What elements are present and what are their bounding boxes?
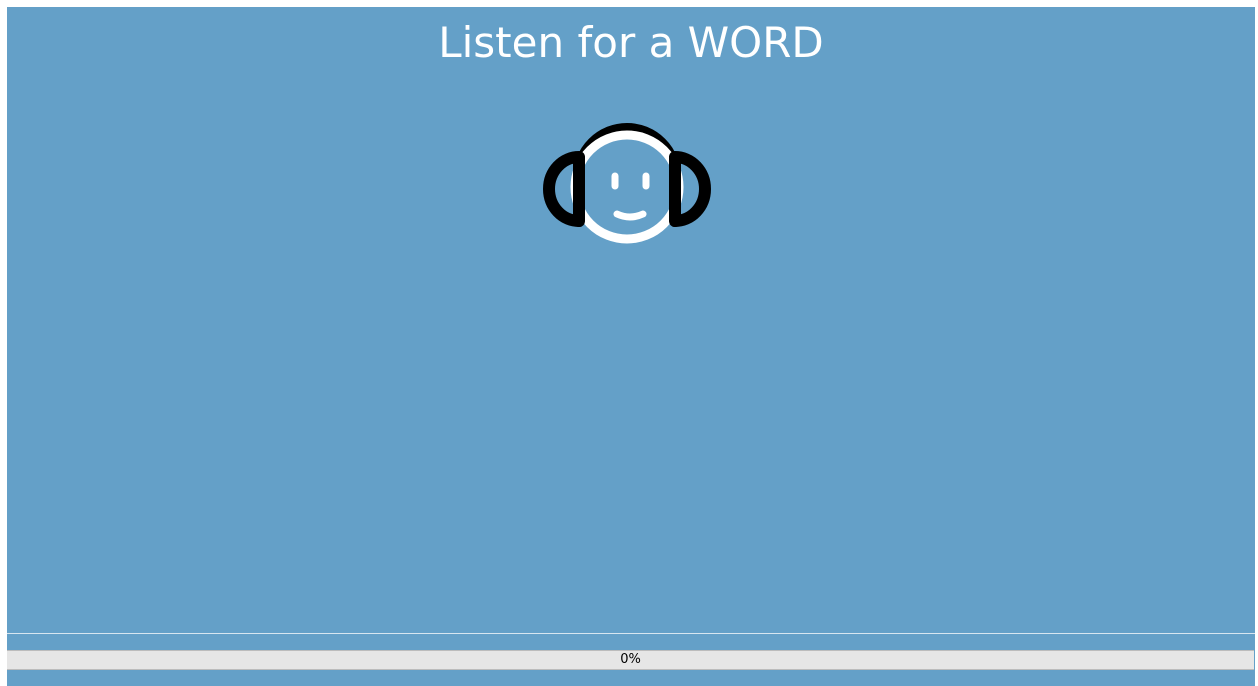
smile — [613, 210, 647, 221]
progress-bar: 0% — [7, 650, 1254, 670]
progress-label: 0% — [620, 652, 641, 667]
divider — [7, 633, 1255, 634]
right-ear-cup — [669, 151, 711, 227]
listen-window: Listen for a WORD 0% — [7, 7, 1255, 686]
headphones-smiley-icon — [543, 123, 711, 244]
page-title: Listen for a WORD — [438, 18, 824, 67]
face-outline — [570, 130, 684, 244]
left-ear-cup — [543, 151, 585, 227]
